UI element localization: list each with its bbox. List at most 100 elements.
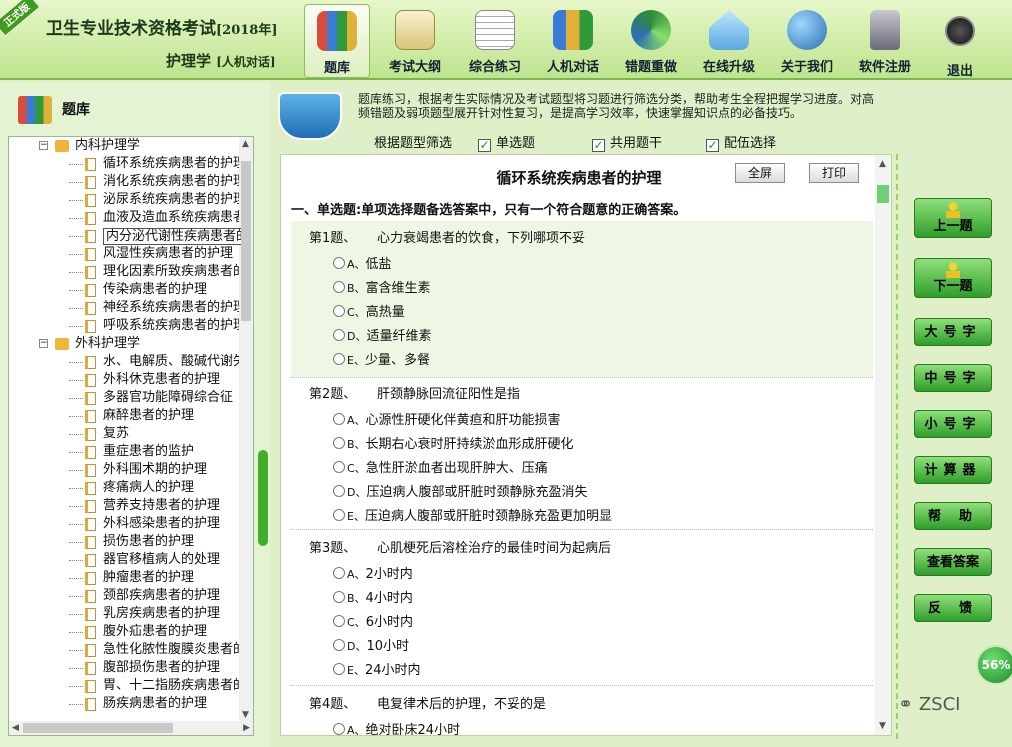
- radio-icon[interactable]: [333, 257, 345, 269]
- nav-about[interactable]: 关于我们: [772, 4, 842, 78]
- tree-hscroll-thumb[interactable]: [23, 723, 173, 733]
- radio-icon[interactable]: [333, 437, 345, 449]
- answer-option[interactable]: E、少量、多餐: [333, 349, 430, 368]
- tree-category[interactable]: − 内科护理学: [9, 137, 241, 155]
- tree-item[interactable]: 水、电解质、酸碱代谢失衡患者的护理: [9, 353, 241, 371]
- tree-item[interactable]: 疼痛病人的护理: [9, 479, 241, 497]
- radio-icon[interactable]: [333, 615, 345, 627]
- progress-badge[interactable]: 56%: [976, 645, 1012, 685]
- collapse-icon[interactable]: −: [39, 339, 48, 348]
- radio-icon[interactable]: [333, 413, 345, 425]
- tree-item[interactable]: 营养支持患者的护理: [9, 497, 241, 515]
- tree-category[interactable]: − 外科护理学: [9, 335, 241, 353]
- tree-item[interactable]: 呼吸系统疾病患者的护理: [9, 317, 241, 335]
- answer-option[interactable]: E、压迫病人腹部或肝脏时颈静脉充盈更加明显: [333, 505, 612, 524]
- radio-icon[interactable]: [333, 485, 345, 497]
- tree-item[interactable]: 血液及造血系统疾病患者的护理: [9, 209, 241, 227]
- answer-option[interactable]: D、10小时: [333, 635, 409, 654]
- tree-item[interactable]: 乳房疾病患者的护理: [9, 605, 241, 623]
- tree-item[interactable]: 外科感染患者的护理: [9, 515, 241, 533]
- tree-item[interactable]: 外科围术期的护理: [9, 461, 241, 479]
- answer-option[interactable]: A、心源性肝硬化伴黄疸和肝功能损害: [333, 409, 561, 428]
- question-vertical-scrollbar[interactable]: ▲ ▼: [875, 155, 891, 735]
- radio-icon[interactable]: [333, 639, 345, 651]
- radio-icon[interactable]: [333, 461, 345, 473]
- radio-icon[interactable]: [333, 509, 345, 521]
- answer-option[interactable]: A、2小时内: [333, 563, 413, 582]
- tree-item[interactable]: 风湿性疾病患者的护理: [9, 245, 241, 263]
- radio-icon[interactable]: [333, 723, 345, 735]
- nav-question-bank[interactable]: 题库: [304, 4, 370, 78]
- fullscreen-button[interactable]: 全屏: [735, 163, 786, 183]
- tree-item[interactable]: 多器官功能障碍综合征: [9, 389, 241, 407]
- radio-icon[interactable]: [333, 281, 345, 293]
- checkbox-checked-icon[interactable]: ✓: [478, 139, 491, 152]
- help-button[interactable]: 帮助: [914, 502, 992, 530]
- calculator-button[interactable]: 计算器: [914, 456, 992, 484]
- nav-exit[interactable]: 退出: [930, 4, 990, 79]
- tree-scroll-thumb[interactable]: [241, 161, 251, 321]
- scroll-down-icon[interactable]: ▼: [242, 710, 249, 720]
- filter-single-choice[interactable]: ✓ 单选题: [478, 132, 535, 152]
- nav-redo-wrong[interactable]: 错题重做: [616, 4, 686, 78]
- filter-matching[interactable]: ✓ 配伍选择: [706, 132, 776, 152]
- tree-item[interactable]: 损伤患者的护理: [9, 533, 241, 551]
- large-font-button[interactable]: 大号字: [914, 318, 992, 346]
- scroll-right-icon[interactable]: ▶: [243, 723, 250, 733]
- scroll-up-icon[interactable]: ▲: [879, 159, 886, 169]
- answer-option[interactable]: B、长期右心衰时肝持续淤血形成肝硬化: [333, 433, 574, 452]
- tree-item[interactable]: 肿瘤患者的护理: [9, 569, 241, 587]
- tree-item[interactable]: 颈部疾病患者的护理: [9, 587, 241, 605]
- tree-item[interactable]: 传染病患者的护理: [9, 281, 241, 299]
- filter-shared-stem[interactable]: ✓ 共用题干: [592, 132, 662, 152]
- tree-item[interactable]: 泌尿系统疾病患者的护理: [9, 191, 241, 209]
- tree-item[interactable]: 器官移植病人的处理: [9, 551, 241, 569]
- feedback-button[interactable]: 反馈: [914, 594, 992, 622]
- answer-option[interactable]: D、适量纤维素: [333, 325, 432, 344]
- radio-icon[interactable]: [333, 591, 345, 603]
- answer-option[interactable]: B、富含维生素: [333, 277, 431, 296]
- tree-item[interactable]: 循环系统疾病患者的护理: [9, 155, 241, 173]
- print-button[interactable]: 打印: [809, 163, 860, 183]
- panel-splitter[interactable]: [258, 450, 268, 546]
- tree-item[interactable]: 重症患者的监护: [9, 443, 241, 461]
- nav-online-upgrade[interactable]: 在线升级: [694, 4, 764, 78]
- radio-icon[interactable]: [333, 567, 345, 579]
- question-scroll-thumb[interactable]: [877, 185, 889, 203]
- tree-item[interactable]: 外科休克患者的护理: [9, 371, 241, 389]
- answer-option[interactable]: C、6小时内: [333, 611, 413, 630]
- previous-question-button[interactable]: 上一题: [914, 198, 992, 238]
- tree-item[interactable]: 消化系统疾病患者的护理: [9, 173, 241, 191]
- scroll-up-icon[interactable]: ▲: [242, 139, 249, 149]
- tree-horizontal-scrollbar[interactable]: ◀ ▶: [9, 721, 253, 735]
- answer-option[interactable]: C、急性肝淤血者出现肝肿大、压痛: [333, 457, 548, 476]
- nav-exam-outline[interactable]: 考试大纲: [380, 4, 450, 78]
- tree-item[interactable]: 腹外疝患者的护理: [9, 623, 241, 641]
- tree-item[interactable]: 神经系统疾病患者的护理: [9, 299, 241, 317]
- nav-practice[interactable]: 综合练习: [460, 4, 530, 78]
- checkbox-checked-icon[interactable]: ✓: [706, 139, 719, 152]
- answer-option[interactable]: A、低盐: [333, 253, 392, 272]
- scroll-left-icon[interactable]: ◀: [12, 723, 19, 733]
- tree-item-hovered[interactable]: 内分泌代谢性疾病患者的护理: [9, 227, 241, 245]
- tree-item[interactable]: 肠疾病患者的护理: [9, 695, 241, 713]
- tree-vertical-scrollbar[interactable]: ▲ ▼: [239, 137, 253, 722]
- tree-item[interactable]: 麻醉患者的护理: [9, 407, 241, 425]
- tree-item[interactable]: 急性化脓性腹膜炎患者的护理: [9, 641, 241, 659]
- radio-icon[interactable]: [333, 305, 345, 317]
- radio-icon[interactable]: [333, 353, 345, 365]
- view-answer-button[interactable]: 查看答案: [914, 548, 992, 576]
- answer-option[interactable]: D、压迫病人腹部或肝脏时颈静脉充盈消失: [333, 481, 588, 500]
- answer-option[interactable]: A、绝对卧床24小时: [333, 719, 460, 735]
- checkbox-checked-icon[interactable]: ✓: [592, 139, 605, 152]
- answer-option[interactable]: B、4小时内: [333, 587, 413, 606]
- collapse-icon[interactable]: −: [39, 141, 48, 150]
- tree-item[interactable]: 复苏: [9, 425, 241, 443]
- tree-item[interactable]: 理化因素所致疾病患者的护理: [9, 263, 241, 281]
- radio-icon[interactable]: [333, 663, 345, 675]
- nav-dialogue[interactable]: 人机对话: [538, 4, 608, 78]
- answer-option[interactable]: E、24小时内: [333, 659, 421, 678]
- small-font-button[interactable]: 小号字: [914, 410, 992, 438]
- tree-item[interactable]: 腹部损伤患者的护理: [9, 659, 241, 677]
- tree-item[interactable]: 胃、十二指肠疾病患者的护理: [9, 677, 241, 695]
